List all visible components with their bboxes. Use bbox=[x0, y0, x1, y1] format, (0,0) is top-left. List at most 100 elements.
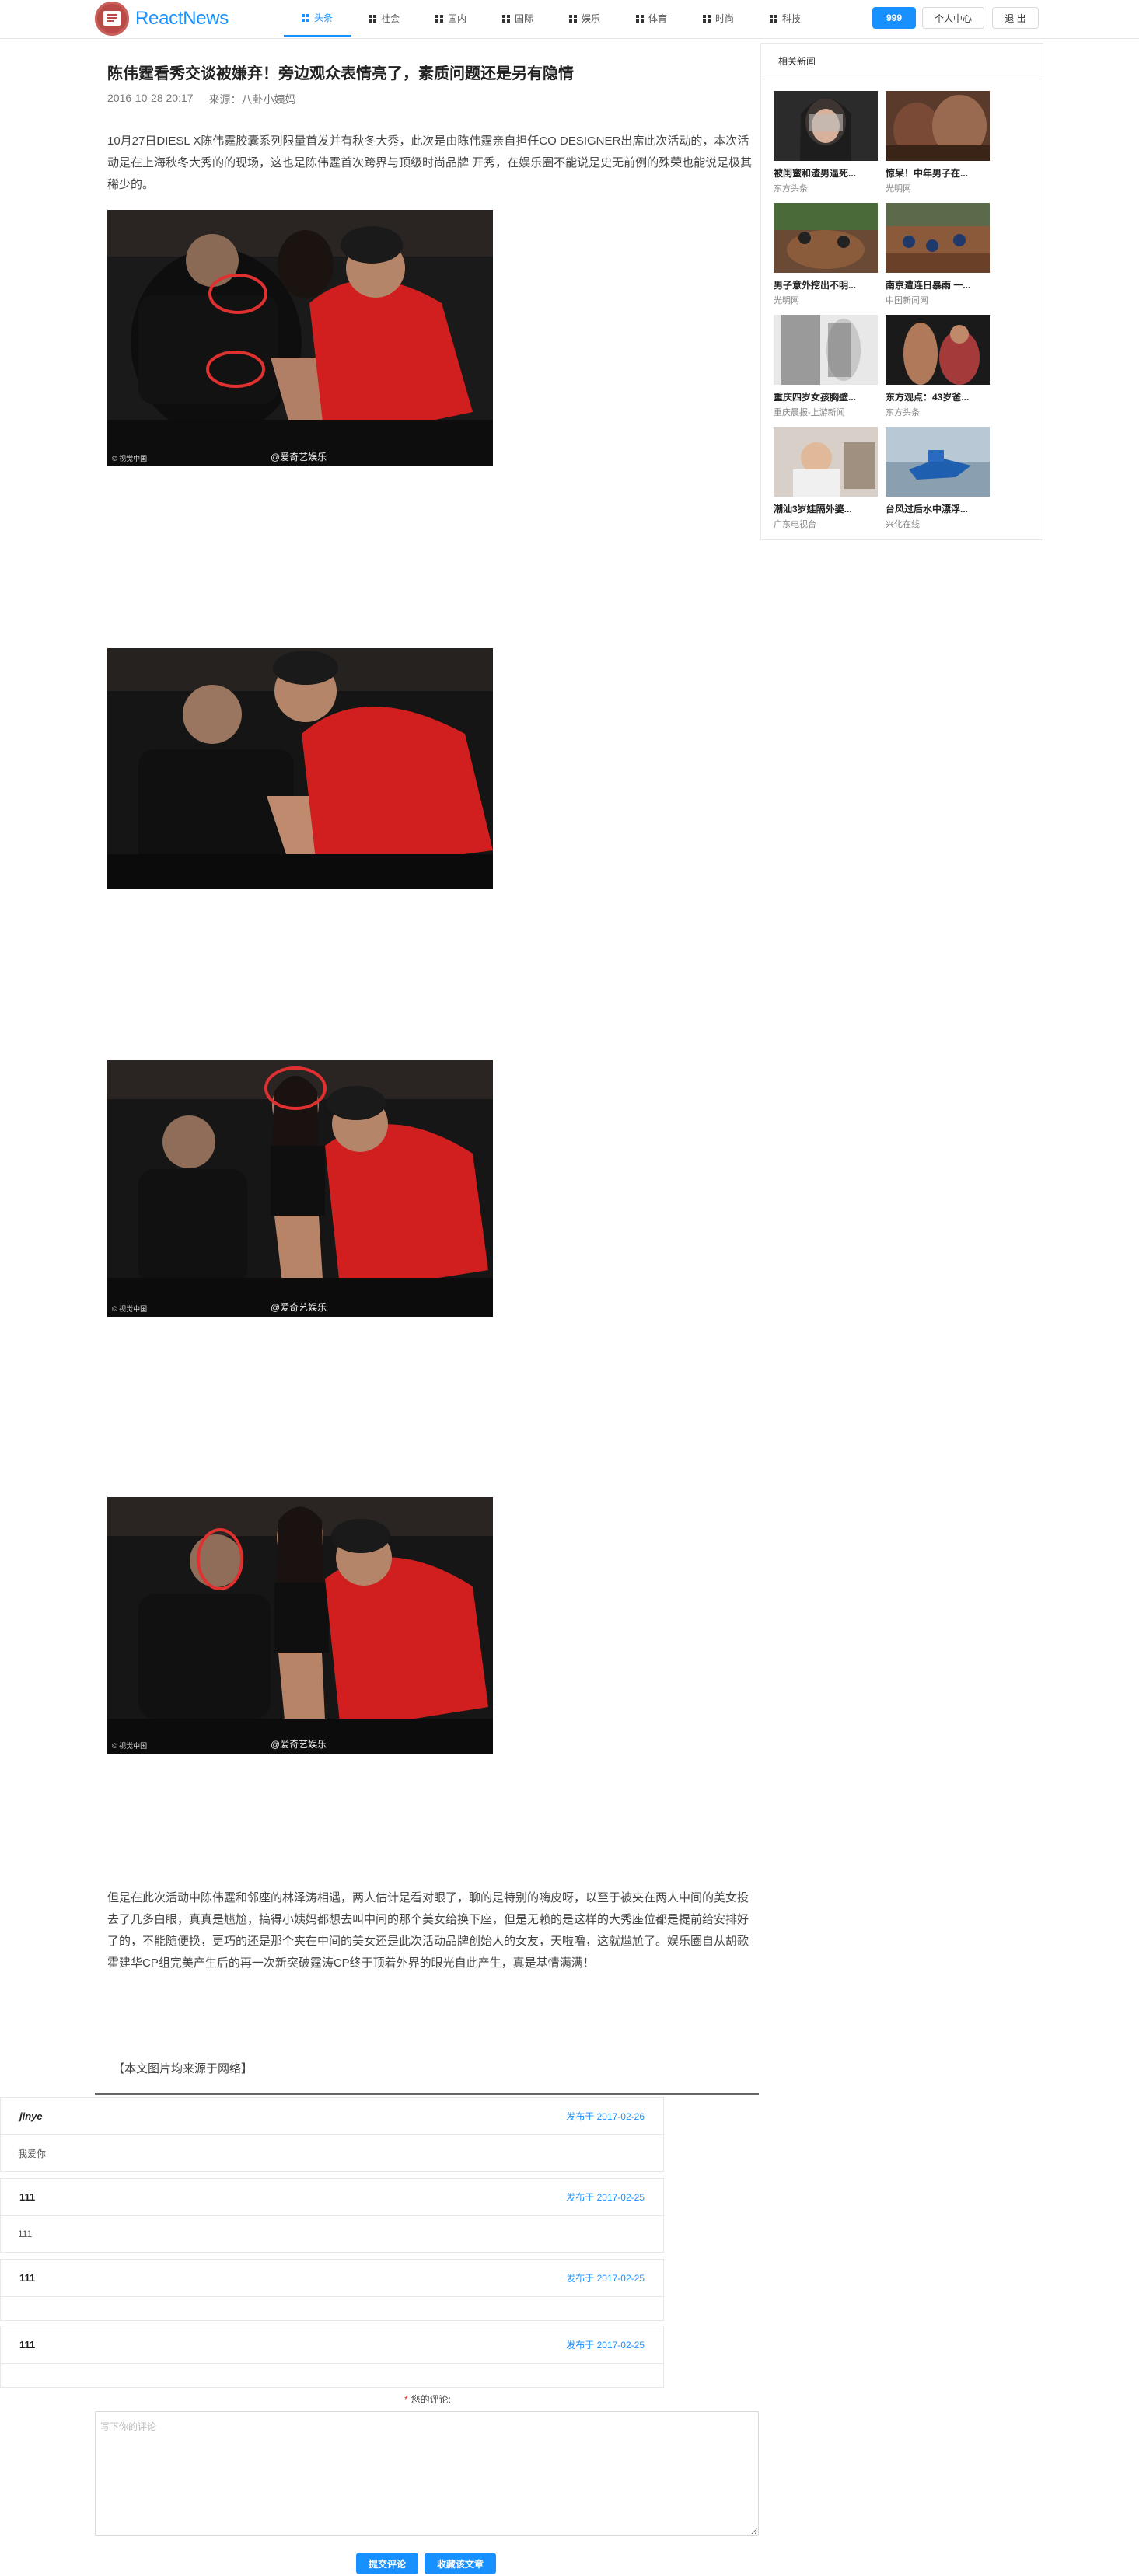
news-source: 重庆晨报-上游新闻 bbox=[774, 408, 845, 417]
nav-tab-label: 社会 bbox=[380, 13, 400, 24]
comment-author: jinye bbox=[19, 2110, 43, 2122]
news-thumbnail bbox=[774, 315, 878, 385]
comment-date: 发布于 2017-02-26 bbox=[566, 2111, 645, 2122]
grid-icon bbox=[702, 14, 711, 23]
nav-tab-society[interactable]: 社会 bbox=[351, 0, 418, 37]
notification-count-button[interactable]: 999 bbox=[872, 7, 916, 29]
news-title: 被闺蜜和渣男逼死... bbox=[774, 168, 857, 179]
favorite-article-button[interactable]: 收藏该文章 bbox=[425, 2553, 496, 2574]
comment-text bbox=[1, 2364, 663, 2387]
related-news-item[interactable]: 男子意外挖出不明... 光明网 bbox=[774, 203, 878, 306]
required-mark: * bbox=[404, 2394, 408, 2405]
brand-name: ReactNews bbox=[135, 8, 229, 29]
comment-text: 我爱你 bbox=[18, 2148, 47, 2159]
user-center-button[interactable]: 个人中心 bbox=[922, 7, 984, 29]
category-nav: 头条 社会 国内 国际 娱乐 体育 时尚 科技 bbox=[284, 0, 819, 37]
comment-list bbox=[95, 2093, 759, 2095]
comment-card: jinye 发布于 2017-02-26 我爱你 bbox=[0, 2097, 664, 2172]
news-source: 东方头条 bbox=[774, 184, 808, 194]
related-news-item[interactable]: 潮汕3岁娃隔外婆... 广东电视台 bbox=[774, 427, 878, 530]
comment-author: 111 bbox=[19, 2339, 36, 2351]
grid-icon bbox=[501, 14, 510, 23]
news-title: 东方观点：43岁爸... bbox=[886, 392, 970, 403]
article-meta: 2016-10-28 20:17 来源：八卦小姨妈 bbox=[107, 92, 296, 107]
news-thumbnail bbox=[774, 91, 878, 161]
news-title: 男子意外挖出不明... bbox=[774, 280, 857, 291]
photo-credit: © 视觉中国 bbox=[112, 1305, 148, 1313]
news-source: 光明网 bbox=[886, 184, 911, 194]
image-source-note: 【本文图片均来源于网络】 bbox=[113, 2062, 253, 2075]
news-thumbnail bbox=[886, 91, 990, 161]
news-title: 潮汕3岁娃隔外婆... bbox=[774, 504, 852, 515]
news-thumbnail bbox=[886, 427, 990, 497]
photo-credit: © 视觉中国 bbox=[112, 455, 148, 462]
photo-watermark: @爱奇艺娱乐 bbox=[271, 1739, 327, 1750]
news-thumbnail bbox=[886, 203, 990, 273]
news-title: 重庆四岁女孩胸壁... bbox=[774, 392, 857, 403]
submit-comment-button[interactable]: 提交评论 bbox=[356, 2553, 418, 2574]
newspaper-icon bbox=[95, 2, 129, 36]
related-news-item[interactable]: 南京遭连日暴雨 一... 中国新闻网 bbox=[886, 203, 990, 306]
photo-watermark: @爱奇艺娱乐 bbox=[271, 1302, 327, 1313]
related-news-panel: 相关新闻 被闺蜜和渣男逼死... 东方头条 惊呆！中年男子在... 光明网 男子… bbox=[760, 43, 1043, 540]
nav-tab-sports[interactable]: 体育 bbox=[618, 0, 685, 37]
article-photo: © 视觉中国 @爱奇艺娱乐 bbox=[107, 1060, 493, 1317]
comment-date: 发布于 2017-02-25 bbox=[566, 2192, 645, 2203]
article-photo: © 视觉中国 @爱奇艺娱乐 bbox=[107, 1497, 493, 1754]
news-thumbnail bbox=[886, 315, 990, 385]
news-thumbnail bbox=[774, 427, 878, 497]
nav-tab-fashion[interactable]: 时尚 bbox=[685, 0, 752, 37]
comment-textarea[interactable] bbox=[95, 2411, 759, 2536]
photo-credit: © 视觉中国 bbox=[112, 1742, 148, 1750]
comment-text: 111 bbox=[18, 2229, 33, 2239]
article-photo: © 视觉中国 @爱奇艺娱乐 bbox=[107, 210, 493, 466]
news-title: 惊呆！中年男子在... bbox=[886, 168, 969, 179]
nav-tab-label: 国际 bbox=[514, 13, 533, 24]
grid-icon bbox=[435, 14, 443, 23]
article-source: 来源：八卦小姨妈 bbox=[208, 93, 296, 106]
article-paragraph: 10月27日DIESL X陈伟霆胶囊系列限量首发并有秋冬大秀，此次是由陈伟霆亲自… bbox=[107, 134, 753, 191]
related-news-item[interactable]: 台风过后水中漂浮... 兴化在线 bbox=[886, 427, 990, 530]
comment-author: 111 bbox=[19, 2191, 36, 2203]
related-news-item[interactable]: 被闺蜜和渣男逼死... 东方头条 bbox=[774, 91, 878, 194]
news-source: 兴化在线 bbox=[886, 520, 920, 529]
related-news-title: 相关新闻 bbox=[761, 44, 1043, 79]
comment-form-label-text: 您的评论: bbox=[411, 2394, 451, 2405]
top-header: ReactNews 头条 社会 国内 国际 娱乐 体育 时尚 科技 999 个人… bbox=[0, 0, 1139, 39]
grid-icon bbox=[769, 14, 777, 23]
brand-logo[interactable]: ReactNews bbox=[95, 2, 229, 36]
comment-author: 111 bbox=[19, 2272, 36, 2284]
nav-tab-international[interactable]: 国际 bbox=[484, 0, 551, 37]
article-date: 2016-10-28 20:17 bbox=[107, 92, 194, 104]
grid-icon bbox=[368, 14, 376, 23]
grid-icon bbox=[568, 14, 577, 23]
nav-tab-label: 娱乐 bbox=[581, 13, 600, 24]
nav-tab-domestic[interactable]: 国内 bbox=[418, 0, 484, 37]
nav-tab-tech[interactable]: 科技 bbox=[752, 0, 819, 37]
related-news-item[interactable]: 重庆四岁女孩胸壁... 重庆晨报-上游新闻 bbox=[774, 315, 878, 418]
related-news-item[interactable]: 东方观点：43岁爸... 东方头条 bbox=[886, 315, 990, 418]
article-paragraph: 但是在此次活动中陈伟霆和邻座的林泽涛相遇，两人估计是看对眼了，聊的是特别的嗨皮呀… bbox=[107, 1891, 749, 1970]
comment-date: 发布于 2017-02-25 bbox=[566, 2340, 645, 2351]
nav-tab-headlines[interactable]: 头条 bbox=[284, 0, 351, 37]
article-header: 陈伟霆看秀交谈被嫌弃！旁边观众表情亮了，素质问题还是另有隐情 2016-10-2… bbox=[107, 62, 753, 106]
nav-tab-label: 国内 bbox=[447, 13, 466, 24]
news-source: 中国新闻网 bbox=[886, 296, 928, 305]
news-thumbnail bbox=[774, 203, 878, 273]
nav-tab-label: 科技 bbox=[781, 13, 801, 24]
related-news-item[interactable]: 惊呆！中年男子在... 光明网 bbox=[886, 91, 990, 194]
comment-card: 111 发布于 2017-02-25 bbox=[0, 2326, 664, 2388]
nav-tab-label: 头条 bbox=[313, 12, 333, 23]
nav-tab-label: 体育 bbox=[648, 13, 667, 24]
nav-tab-entertainment[interactable]: 娱乐 bbox=[551, 0, 618, 37]
article-title: 陈伟霆看秀交谈被嫌弃！旁边观众表情亮了，素质问题还是另有隐情 bbox=[107, 65, 574, 82]
nav-tab-label: 时尚 bbox=[714, 13, 734, 24]
news-source: 光明网 bbox=[774, 296, 799, 305]
comment-text bbox=[1, 2297, 663, 2320]
photo-watermark: @爱奇艺娱乐 bbox=[271, 452, 327, 462]
grid-icon bbox=[301, 13, 309, 22]
news-title: 南京遭连日暴雨 一... bbox=[886, 280, 971, 291]
news-title: 台风过后水中漂浮... bbox=[886, 504, 969, 515]
comment-date: 发布于 2017-02-25 bbox=[566, 2273, 645, 2284]
logout-button[interactable]: 退 出 bbox=[992, 7, 1039, 29]
